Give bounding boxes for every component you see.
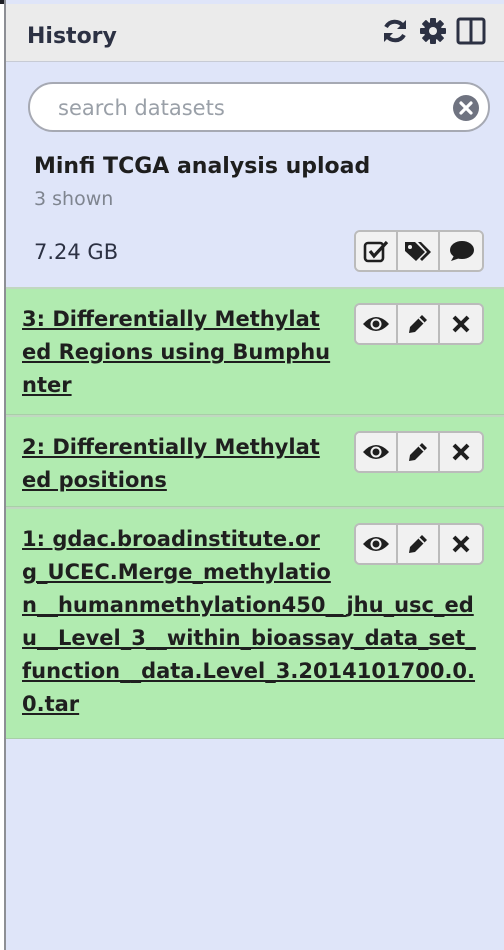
edit-dataset-button[interactable] [398,433,440,471]
history-panel: History search datasets Minfi TCGA analy… [4,0,504,950]
refresh-icon[interactable] [380,16,410,46]
dataset-actions [354,523,484,565]
pencil-icon [409,535,427,553]
comment-icon [450,241,474,261]
dataset-title[interactable]: 2: Differentially Methylated positions [22,431,334,497]
history-name[interactable]: Minfi TCGA analysis upload [34,154,370,179]
dataset-item: 3: Differentially Methylated Regions usi… [6,287,504,415]
history-size: 7.24 GB [34,240,119,264]
close-icon [452,535,470,553]
dataset-actions [354,431,484,473]
close-icon [452,315,470,333]
eye-icon [363,537,389,551]
dataset-item: 1: gdac.broadinstitute.org_UCEC.Merge_me… [6,507,504,739]
tags-icon [405,242,431,261]
checkbox-icon [363,240,389,263]
search-box [28,82,490,132]
view-dataset-button[interactable] [356,525,398,563]
delete-dataset-button[interactable] [440,525,482,563]
shown-count: 3 shown [34,188,114,210]
annotate-button[interactable] [440,232,482,270]
eye-icon [363,445,389,459]
delete-dataset-button[interactable] [440,433,482,471]
clear-search-icon[interactable] [452,94,480,122]
edit-tags-button[interactable] [398,232,440,270]
select-datasets-button[interactable] [356,232,398,270]
header-icons [380,16,486,46]
history-header: History [6,4,504,62]
dataset-actions [354,303,484,345]
eye-icon [363,317,389,331]
view-dataset-button[interactable] [356,433,398,471]
pencil-icon [409,443,427,461]
gear-icon[interactable] [418,16,448,46]
columns-icon[interactable] [456,16,486,46]
pencil-icon [409,315,427,333]
dataset-item: 2: Differentially Methylated positions [6,415,504,507]
close-icon [452,443,470,461]
panel-title: History [27,24,117,49]
dataset-title[interactable]: 3: Differentially Methylated Regions usi… [22,303,334,402]
delete-dataset-button[interactable] [440,305,482,343]
search-input[interactable] [58,94,438,122]
view-dataset-button[interactable] [356,305,398,343]
edit-dataset-button[interactable] [398,305,440,343]
history-actions [354,230,484,272]
edit-dataset-button[interactable] [398,525,440,563]
